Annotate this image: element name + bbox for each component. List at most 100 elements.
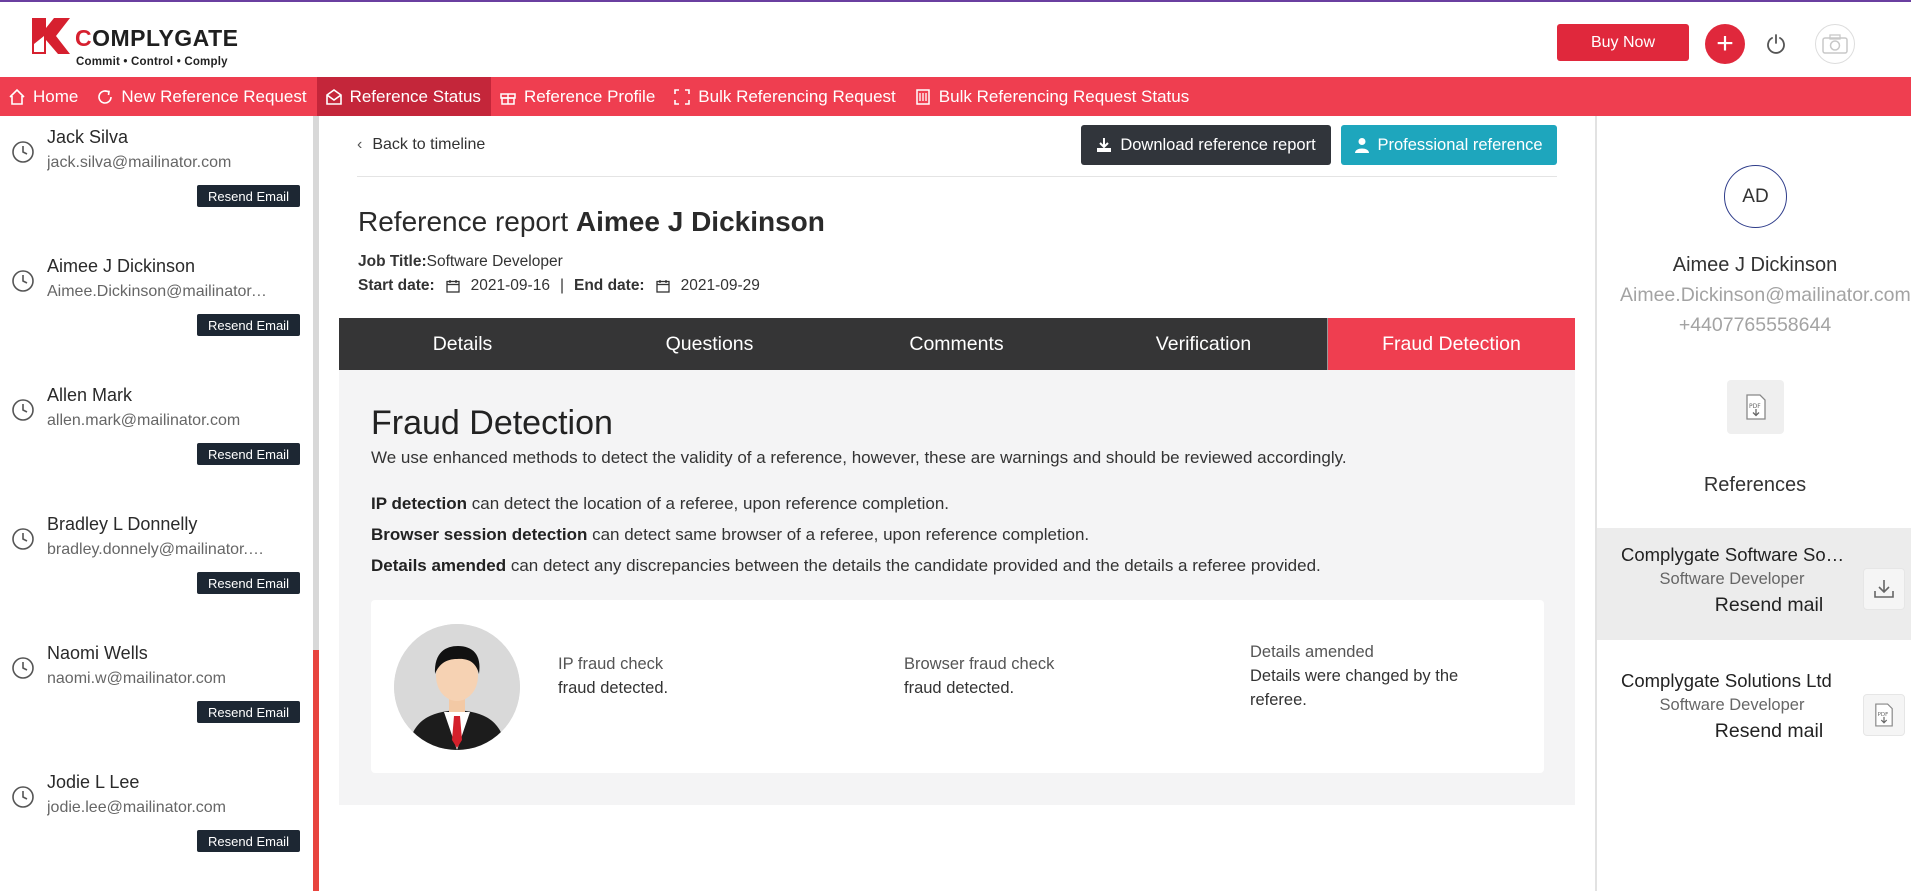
add-icon[interactable]: +: [1705, 24, 1745, 64]
logo-mark-icon: [32, 18, 70, 54]
candidate-name: Jack Silva: [47, 127, 129, 147]
header: COMPLYGATE Commit • Control • Comply Buy…: [0, 2, 1911, 77]
tab-comments[interactable]: Comments: [833, 318, 1080, 370]
fraud-detection-title: Fraud Detection: [371, 404, 613, 442]
reference-subtitle: Software Developer: [1659, 696, 1805, 714]
resend-email-button[interactable]: Resend Email: [197, 701, 300, 723]
resend-email-button[interactable]: Resend Email: [197, 314, 300, 336]
candidate-name: Naomi Wells: [47, 643, 148, 663]
candidate-email: bradley.donnely@mailinator.com: [47, 541, 267, 558]
clock-icon: [12, 399, 34, 421]
candidate-item[interactable]: Naomi Wells naomi.w@mailinator.com Resen…: [0, 632, 310, 761]
details-amended-line: Details amended can detect any discrepan…: [371, 556, 1321, 575]
reference-title: Complygate Software Solutions: [1621, 544, 1846, 565]
resend-email-button[interactable]: Resend Email: [197, 443, 300, 465]
back-to-timeline-link[interactable]: ‹ Back to timeline: [357, 136, 485, 154]
logo-tagline: Commit • Control • Comply: [76, 56, 228, 68]
candidate-item[interactable]: Bradley L Donnelly bradley.donnely@maili…: [0, 503, 310, 632]
logo-brand: COMPLYGATE: [75, 25, 239, 51]
reference-item[interactable]: Complygate Solutions Ltd Software Develo…: [1597, 654, 1911, 766]
nav-bulk-referencing-request[interactable]: Bulk Referencing Request: [665, 77, 906, 116]
chevron-left-icon: ‹: [357, 136, 363, 153]
user-icon: [1355, 138, 1370, 153]
candidate-item[interactable]: Aimee J Dickinson Aimee.Dickinson@mailin…: [0, 245, 310, 374]
candidate-email: jodie.lee@mailinator.com: [47, 799, 226, 816]
calendar-icon: [655, 280, 670, 293]
profile-phone: +4407765558644: [1678, 314, 1832, 336]
svg-text:PDF: PDF: [1878, 712, 1889, 718]
tab-questions[interactable]: Questions: [586, 318, 833, 370]
refresh-icon: [98, 89, 113, 104]
page-title: Reference report Aimee J Dickinson: [358, 206, 825, 237]
reference-title: Complygate Solutions Ltd: [1621, 670, 1832, 691]
home-icon: [9, 88, 25, 105]
browser-detection-line: Browser session detection can detect sam…: [371, 525, 1090, 544]
buy-now-button[interactable]: Buy Now: [1557, 24, 1689, 61]
candidate-email: Aimee.Dickinson@mailinator.com: [47, 283, 267, 300]
nav-reference-status[interactable]: Reference Status: [316, 77, 491, 116]
download-icon: [1097, 138, 1112, 152]
candidate-name: Bradley L Donnelly: [47, 514, 198, 534]
candidate-email: naomi.w@mailinator.com: [47, 670, 226, 687]
fraud-detection-description: We use enhanced methods to detect the va…: [371, 448, 1347, 467]
nav-home[interactable]: Home: [0, 77, 88, 116]
main-nav: Home New Reference Request Reference Sta…: [0, 77, 1911, 116]
nav-new-reference-request[interactable]: New Reference Request: [88, 77, 316, 116]
candidate-item[interactable]: Allen Mark allen.mark@mailinator.com Res…: [0, 374, 310, 503]
candidate-name: Aimee J Dickinson: [47, 256, 196, 276]
end-date: 2021-09-29: [680, 277, 760, 294]
profile-pdf-button[interactable]: PDF: [1727, 380, 1784, 434]
tab-fraud-detection[interactable]: Fraud Detection: [1327, 318, 1575, 370]
candidate-item[interactable]: Jack Silva jack.silva@mailinator.com Res…: [0, 116, 310, 245]
reference-item[interactable]: Complygate Software Solutions Software D…: [1597, 528, 1911, 640]
ip-detection-line: IP detection can detect the location of …: [371, 494, 950, 513]
profile-name: Aimee J Dickinson: [1672, 254, 1838, 276]
clock-icon: [12, 786, 34, 808]
resend-email-button[interactable]: Resend Email: [197, 185, 300, 207]
logo[interactable]: COMPLYGATE Commit • Control • Comply: [32, 16, 242, 72]
ip-fraud-check: IP fraud check fraud detected.: [558, 655, 669, 697]
profile-email: Aimee.Dickinson@mailinator.com: [1620, 284, 1911, 306]
download-icon[interactable]: [1863, 568, 1905, 610]
report-tabs: Details Questions Comments Verification …: [339, 318, 1575, 370]
candidate-name: Jodie L Lee: [47, 772, 140, 792]
references-heading: References: [1703, 474, 1807, 496]
download-report-button[interactable]: Download reference report: [1081, 125, 1331, 165]
resend-email-button[interactable]: Resend Email: [197, 572, 300, 594]
details-amended-check: Details amended Details were changed by …: [1250, 643, 1459, 709]
profile-photo-icon[interactable]: [1815, 24, 1855, 64]
candidate-name: Allen Mark: [47, 385, 133, 405]
clock-icon: [12, 141, 34, 163]
clock-icon: [12, 270, 34, 292]
pdf-icon[interactable]: PDF: [1863, 694, 1905, 736]
pdf-icon: PDF: [1745, 394, 1766, 420]
reference-subtitle: Software Developer: [1659, 570, 1805, 588]
tab-details[interactable]: Details: [339, 318, 586, 370]
nav-bulk-referencing-request-status[interactable]: Bulk Referencing Request Status: [906, 77, 1199, 116]
dates-line: Start date: 2021-09-16 | End date: 2021-…: [358, 277, 760, 294]
candidate-item[interactable]: Jodie L Lee jodie.lee@mailinator.com Res…: [0, 761, 310, 890]
building-icon: [916, 88, 930, 105]
tab-verification[interactable]: Verification: [1080, 318, 1327, 370]
clock-icon: [12, 528, 34, 550]
candidate-profile-panel: [1595, 116, 1911, 891]
nav-reference-profile[interactable]: Reference Profile: [491, 77, 665, 116]
referee-avatar: [394, 624, 520, 750]
job-title-line: Job Title:Software Developer: [358, 253, 563, 270]
resend-email-button[interactable]: Resend Email: [197, 830, 300, 852]
candidate-list: Jack Silva jack.silva@mailinator.com Res…: [0, 116, 314, 891]
professional-reference-button[interactable]: Professional reference: [1341, 125, 1557, 165]
power-icon[interactable]: [1756, 24, 1796, 64]
candidate-email: allen.mark@mailinator.com: [47, 412, 241, 429]
clock-icon: [12, 657, 34, 679]
divider: [357, 176, 1557, 177]
start-date: 2021-09-16: [470, 277, 550, 294]
mail-open-icon: [325, 88, 342, 105]
gift-icon: [500, 92, 516, 105]
svg-text:PDF: PDF: [1749, 403, 1761, 410]
browser-fraud-check: Browser fraud check fraud detected.: [904, 655, 1055, 697]
expand-icon: [674, 88, 691, 105]
candidate-list-scroll-thumb[interactable]: [313, 650, 319, 891]
calendar-icon: [446, 280, 460, 293]
avatar: AD: [1724, 165, 1787, 228]
